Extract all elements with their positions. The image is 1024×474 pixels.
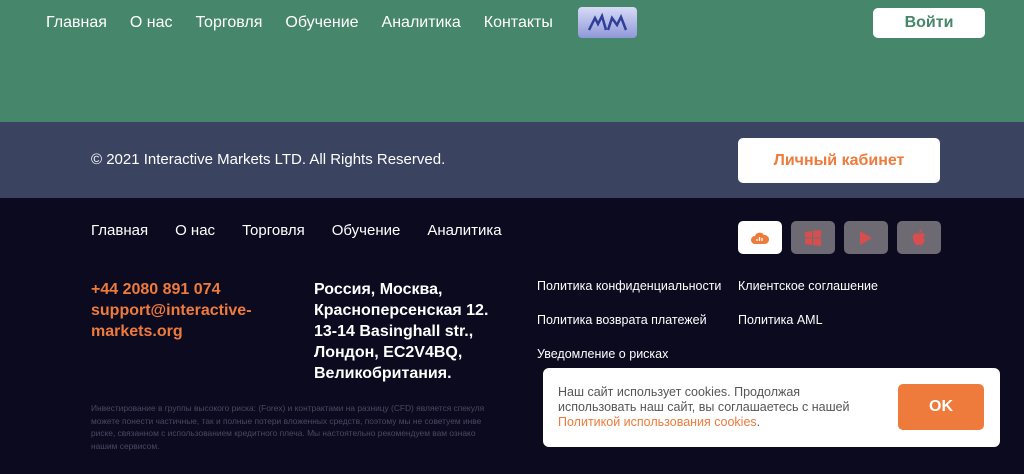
refund-policy-link[interactable]: Политика возврата платежей: [537, 313, 707, 327]
windows-icon[interactable]: [791, 221, 835, 254]
disclaimer-line: нашим сервисом.: [91, 440, 160, 451]
footer-nav-analytics[interactable]: Аналитика: [427, 222, 501, 239]
nav-education[interactable]: Обучение: [285, 13, 358, 33]
contact-info: +44 2080 891 074 support@interactive- ma…: [91, 279, 252, 342]
email-line-1: support@interactive-: [91, 302, 252, 319]
footer-nav-home[interactable]: Главная: [91, 222, 148, 239]
cookie-text-suffix: .: [756, 415, 761, 429]
address-line: 13-14 Basinghall str.,: [314, 323, 474, 340]
address-line: Россия, Москва,: [314, 281, 443, 298]
email-link[interactable]: support@interactive- markets.org: [91, 300, 252, 342]
client-agreement-link[interactable]: Клиентское соглашение: [738, 279, 878, 293]
copyright-text: © 2021 Interactive Markets LTD. All Righ…: [91, 151, 446, 168]
google-play-icon[interactable]: [844, 221, 888, 254]
apple-icon[interactable]: [897, 221, 941, 254]
nav-analytics[interactable]: Аналитика: [382, 13, 461, 33]
office-address: Россия, Москва, Красноперсенская 12. 13-…: [314, 279, 524, 384]
cookie-text-line: использовать наш сайт, вы соглашаетесь с…: [558, 400, 850, 414]
cookie-banner: Наш сайт использует cookies. Продолжая и…: [543, 368, 1000, 447]
cookie-ok-button[interactable]: OK: [898, 384, 984, 430]
privacy-policy-link[interactable]: Политика конфиденциальности: [537, 279, 721, 293]
cookie-message: Наш сайт использует cookies. Продолжая и…: [558, 385, 878, 430]
address-line: Красноперсенская 12.: [314, 302, 489, 319]
footer-nav: Главная О нас Торговля Обучение Аналитик…: [91, 222, 529, 239]
disclaimer-line: можете понести частичные, так и полные п…: [91, 415, 482, 426]
phone-link[interactable]: +44 2080 891 074: [91, 279, 252, 300]
cookie-text-line: Наш сайт использует cookies. Продолжая: [558, 385, 801, 399]
email-line-2: markets.org: [91, 323, 183, 340]
footer-nav-about[interactable]: О нас: [175, 222, 215, 239]
cookie-policy-link[interactable]: Политикой использования cookies: [558, 415, 757, 429]
nav-contacts[interactable]: Контакты: [484, 13, 553, 33]
address-line: Лондон, EC2V4BQ,: [314, 344, 463, 361]
main-nav: Главная О нас Торговля Обучение Аналитик…: [46, 13, 576, 33]
nav-trading[interactable]: Торговля: [196, 13, 263, 33]
nav-about[interactable]: О нас: [130, 13, 173, 33]
risk-disclaimer: Инвестирование в группы высокого риска: …: [91, 402, 541, 452]
footer-nav-trading[interactable]: Торговля: [242, 222, 305, 239]
disclaimer-line: Инвестирование в группы высокого риска: …: [91, 403, 485, 413]
login-button[interactable]: Войти: [873, 8, 985, 38]
webtrader-icon[interactable]: [738, 221, 782, 254]
disclaimer-line: риске, связанном с использованием кредит…: [91, 428, 476, 438]
address-line: Великобритания.: [314, 365, 452, 382]
aml-policy-link[interactable]: Политика AML: [738, 313, 823, 327]
footer-nav-education[interactable]: Обучение: [332, 222, 401, 239]
personal-cabinet-button[interactable]: Личный кабинет: [738, 138, 940, 183]
nav-home[interactable]: Главная: [46, 13, 107, 33]
app-download-buttons: [738, 221, 950, 254]
im-logo-icon[interactable]: [578, 7, 637, 38]
risk-notice-link[interactable]: Уведомление о рисках: [537, 347, 668, 361]
